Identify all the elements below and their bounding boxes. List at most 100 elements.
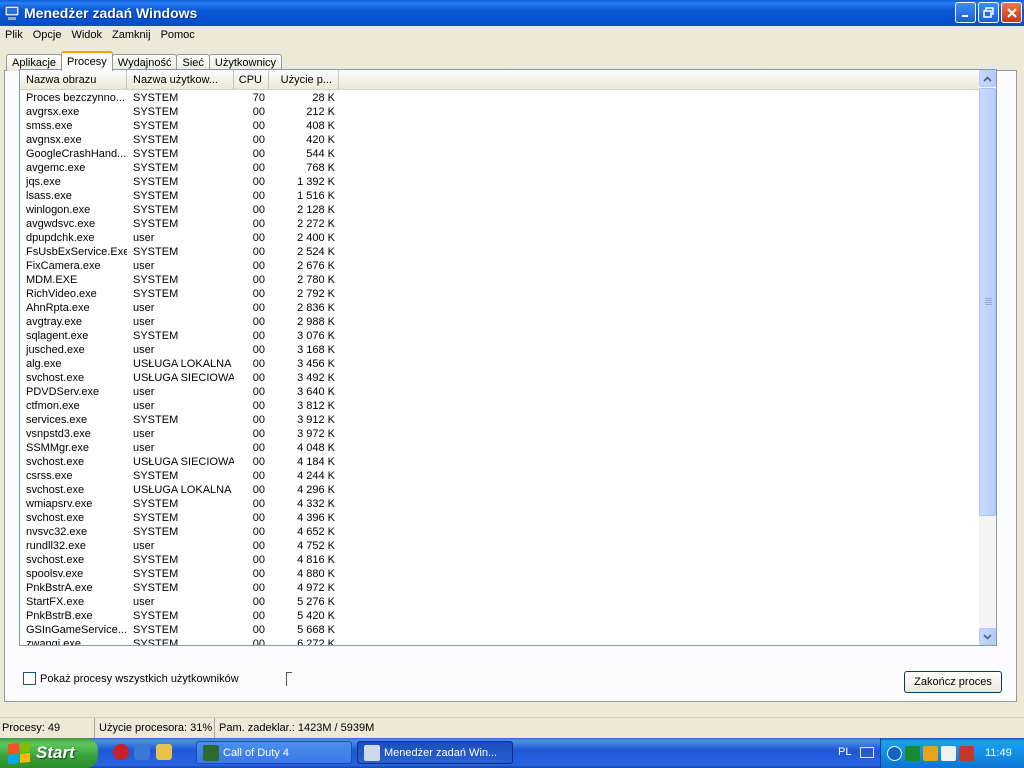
start-button[interactable]: Start bbox=[0, 738, 98, 768]
table-row[interactable]: avgtray.exe user 00 2 988 K bbox=[20, 315, 980, 329]
table-row[interactable]: csrss.exe SYSTEM 00 4 244 K bbox=[20, 469, 980, 483]
table-row[interactable]: services.exe SYSTEM 00 3 912 K bbox=[20, 413, 980, 427]
table-row[interactable]: SSMMgr.exe user 00 4 048 K bbox=[20, 441, 980, 455]
task-task-manager[interactable]: Menedżer zadań Win... bbox=[357, 741, 513, 764]
table-row[interactable]: FixCamera.exe user 00 2 676 K bbox=[20, 259, 980, 273]
scroll-thumb[interactable] bbox=[979, 88, 996, 516]
table-row[interactable]: avgrsx.exe SYSTEM 00 212 K bbox=[20, 105, 980, 119]
antivirus-icon[interactable] bbox=[923, 745, 938, 761]
maximize-button[interactable] bbox=[978, 2, 999, 23]
table-row[interactable]: zwangi.exe SYSTEM 00 6 272 K bbox=[20, 637, 980, 646]
scroll-up-button[interactable] bbox=[979, 70, 996, 87]
menu-pomoc[interactable]: Pomoc bbox=[156, 29, 200, 41]
status-commit: Pam. zadeklar.: 1423M / 5939M bbox=[219, 722, 375, 734]
column-cpu[interactable]: CPU bbox=[234, 70, 269, 90]
menu-zamknij[interactable]: Zamknij bbox=[107, 29, 156, 41]
end-process-button[interactable]: Zakończ proces bbox=[904, 671, 1002, 693]
internet-explorer-icon[interactable] bbox=[134, 744, 150, 760]
table-cell: 420 K bbox=[306, 134, 335, 146]
table-row[interactable]: jqs.exe SYSTEM 00 1 392 K bbox=[20, 175, 980, 189]
table-cell: 2 988 K bbox=[297, 316, 335, 328]
table-row[interactable]: sqlagent.exe SYSTEM 00 3 076 K bbox=[20, 329, 980, 343]
tray-app-icon[interactable] bbox=[959, 745, 974, 761]
table-cell: 2 676 K bbox=[297, 260, 335, 272]
show-all-users-checkbox[interactable] bbox=[23, 672, 36, 685]
minimize-button[interactable] bbox=[955, 2, 976, 23]
close-button[interactable] bbox=[1001, 2, 1022, 23]
network-icon[interactable] bbox=[905, 745, 920, 761]
table-cell: user bbox=[133, 316, 155, 328]
scroll-down-button[interactable] bbox=[979, 628, 996, 645]
table-row[interactable]: avgemc.exe SYSTEM 00 768 K bbox=[20, 161, 980, 175]
table-cell: 5 420 K bbox=[297, 610, 335, 622]
table-row[interactable]: avgwdsvc.exe SYSTEM 00 2 272 K bbox=[20, 217, 980, 231]
table-row[interactable]: AhnRpta.exe user 00 2 836 K bbox=[20, 301, 980, 315]
tray-expand-icon[interactable] bbox=[887, 745, 902, 761]
table-cell: 00 bbox=[252, 526, 265, 538]
tab-procesy[interactable]: Procesy bbox=[61, 51, 113, 71]
task-call-of-duty[interactable]: Call of Duty 4 bbox=[196, 741, 352, 764]
table-cell: 4 244 K bbox=[297, 470, 335, 482]
table-row[interactable]: rundll32.exe user 00 4 752 K bbox=[20, 539, 980, 553]
table-cell: StartFX.exe bbox=[26, 596, 85, 608]
menu-widok[interactable]: Widok bbox=[66, 29, 107, 41]
opera-icon[interactable] bbox=[113, 744, 129, 760]
table-row[interactable]: nvsvc32.exe SYSTEM 00 4 652 K bbox=[20, 525, 980, 539]
table-cell: user bbox=[133, 260, 155, 272]
table-row[interactable]: svchost.exe USŁUGA LOKALNA 00 4 296 K bbox=[20, 483, 980, 497]
table-row[interactable]: svchost.exe USŁUGA SIECIOWA 00 3 492 K bbox=[20, 371, 980, 385]
table-row[interactable]: lsass.exe SYSTEM 00 1 516 K bbox=[20, 189, 980, 203]
table-row[interactable]: wmiapsrv.exe SYSTEM 00 4 332 K bbox=[20, 497, 980, 511]
table-cell: FixCamera.exe bbox=[26, 260, 101, 272]
table-row[interactable]: MDM.EXE SYSTEM 00 2 780 K bbox=[20, 273, 980, 287]
table-row[interactable]: ctfmon.exe user 00 3 812 K bbox=[20, 399, 980, 413]
column-user-name[interactable]: Nazwa użytkow... bbox=[127, 70, 234, 90]
table-row[interactable]: GoogleCrashHand... SYSTEM 00 544 K bbox=[20, 147, 980, 161]
table-row[interactable]: PnkBstrB.exe SYSTEM 00 5 420 K bbox=[20, 609, 980, 623]
table-row[interactable]: vsnpstd3.exe user 00 3 972 K bbox=[20, 427, 980, 441]
table-row[interactable]: Proces bezczynno... SYSTEM 70 28 K bbox=[20, 91, 980, 105]
column-mem-usage[interactable]: Użycie p... bbox=[269, 70, 339, 90]
table-row[interactable]: FsUsbExService.Exe SYSTEM 00 2 524 K bbox=[20, 245, 980, 259]
table-row[interactable]: PnkBstrA.exe SYSTEM 00 4 972 K bbox=[20, 581, 980, 595]
table-cell: 408 K bbox=[306, 120, 335, 132]
table-cell: 4 652 K bbox=[297, 526, 335, 538]
keyboard-icon[interactable] bbox=[860, 747, 874, 758]
show-desktop-icon[interactable] bbox=[156, 744, 172, 760]
column-image-name[interactable]: Nazwa obrazu bbox=[20, 70, 127, 90]
table-row[interactable]: StartFX.exe user 00 5 276 K bbox=[20, 595, 980, 609]
table-row[interactable]: jusched.exe user 00 3 168 K bbox=[20, 343, 980, 357]
table-row[interactable]: dpupdchk.exe user 00 2 400 K bbox=[20, 231, 980, 245]
table-cell: wmiapsrv.exe bbox=[26, 498, 93, 510]
vertical-scrollbar[interactable] bbox=[979, 70, 996, 645]
table-cell: 00 bbox=[252, 274, 265, 286]
table-row[interactable]: alg.exe USŁUGA LOKALNA 00 3 456 K bbox=[20, 357, 980, 371]
table-cell: 6 272 K bbox=[297, 638, 335, 646]
table-cell: MDM.EXE bbox=[26, 274, 78, 286]
language-indicator[interactable]: PL bbox=[838, 746, 851, 758]
table-row[interactable]: svchost.exe USŁUGA SIECIOWA 00 4 184 K bbox=[20, 455, 980, 469]
table-row[interactable]: svchost.exe SYSTEM 00 4 396 K bbox=[20, 511, 980, 525]
menu-opcje[interactable]: Opcje bbox=[28, 29, 67, 41]
table-cell: 3 972 K bbox=[297, 428, 335, 440]
table-cell: 00 bbox=[252, 358, 265, 370]
table-row[interactable]: GSInGameService... SYSTEM 00 5 668 K bbox=[20, 623, 980, 637]
table-row[interactable]: winlogon.exe SYSTEM 00 2 128 K bbox=[20, 203, 980, 217]
table-cell: alg.exe bbox=[26, 358, 62, 370]
table-cell: avgnsx.exe bbox=[26, 134, 82, 146]
table-row[interactable]: RichVideo.exe SYSTEM 00 2 792 K bbox=[20, 287, 980, 301]
menu-plik[interactable]: Plik bbox=[0, 29, 28, 41]
table-row[interactable]: avgnsx.exe SYSTEM 00 420 K bbox=[20, 133, 980, 147]
table-row[interactable]: PDVDServ.exe user 00 3 640 K bbox=[20, 385, 980, 399]
title-bar[interactable]: Menedżer zadań Windows bbox=[0, 0, 1024, 26]
process-list[interactable]: Nazwa obrazu Nazwa użytkow... CPU Użycie… bbox=[19, 69, 997, 646]
table-cell: SSMMgr.exe bbox=[26, 442, 89, 454]
table-row[interactable]: spoolsv.exe SYSTEM 00 4 880 K bbox=[20, 567, 980, 581]
table-cell: SYSTEM bbox=[133, 414, 179, 426]
clock[interactable]: 11:49 bbox=[985, 747, 1012, 759]
show-all-users-row[interactable]: Pokaż procesy wszystkich użytkowników bbox=[23, 672, 239, 685]
table-row[interactable]: svchost.exe SYSTEM 00 4 816 K bbox=[20, 553, 980, 567]
table-row[interactable]: smss.exe SYSTEM 00 408 K bbox=[20, 119, 980, 133]
table-cell: SYSTEM bbox=[133, 610, 179, 622]
device-icon[interactable] bbox=[941, 745, 956, 761]
